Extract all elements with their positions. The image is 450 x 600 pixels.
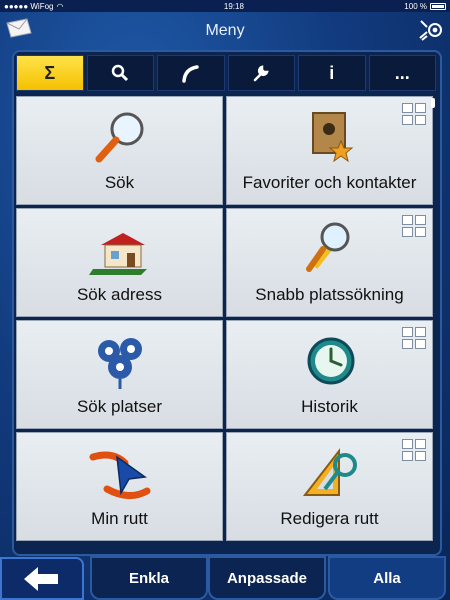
battery-percent: 100 %	[404, 1, 427, 11]
tile-label: Historik	[301, 397, 358, 416]
tab-simple[interactable]: Enkla	[90, 556, 208, 600]
scroll-thumb[interactable]	[431, 98, 435, 108]
page-title: Meny	[205, 22, 245, 39]
category-tabs: Σ i ...	[16, 55, 436, 93]
mail-icon[interactable]	[5, 17, 33, 39]
tab-all-label: Alla	[373, 569, 401, 587]
route-icon	[182, 65, 199, 83]
tab-tools[interactable]	[227, 55, 295, 91]
status-bar: ●●●●● WiFog ◠ 19:18 100 %	[0, 0, 450, 12]
tab-more[interactable]: ...	[368, 55, 436, 91]
magnifier-icon	[95, 112, 143, 163]
tab-search[interactable]	[86, 55, 154, 91]
tile-favorites[interactable]: Favoriter och kontakter	[226, 96, 433, 205]
tile-label: Sök platser	[76, 397, 163, 416]
battery-icon	[429, 2, 446, 10]
back-button[interactable]	[0, 557, 84, 600]
tile-search[interactable]: Sök	[16, 96, 223, 205]
arrow-left-icon	[24, 566, 58, 591]
menu-panel: Σ i ... Sök Favoriter och kontakter Sök …	[12, 50, 442, 556]
tile-places[interactable]: Sök platser	[16, 320, 223, 429]
tile-label: Sök	[104, 173, 135, 192]
magnifier-pin-icon	[305, 222, 349, 272]
house-icon	[88, 233, 147, 275]
menu-screen: ●●●●● WiFog ◠ 19:18 100 % Meny Σ i ... S…	[0, 0, 450, 600]
wifi-icon: ◠	[56, 1, 64, 11]
tile-label: Favoriter och kontakter	[242, 173, 417, 192]
tile-label: Redigera rutt	[280, 509, 379, 528]
tab-info[interactable]: i	[298, 55, 366, 91]
tile-label: Snabb platssökning	[255, 285, 404, 304]
clock-icon	[307, 337, 354, 385]
route-arrow-icon	[89, 451, 150, 499]
places-pins-icon	[97, 338, 142, 389]
header: Meny	[0, 12, 450, 50]
tab-custom-label: Anpassade	[226, 569, 308, 587]
add-shortcut-icon[interactable]	[402, 103, 426, 125]
info-icon: i	[329, 62, 335, 83]
tab-custom[interactable]: Anpassade	[208, 556, 326, 600]
tab-route[interactable]	[157, 55, 225, 91]
add-shortcut-icon[interactable]	[402, 439, 426, 461]
wrench-icon	[254, 65, 269, 82]
tab-all[interactable]: Alla	[328, 556, 446, 600]
tile-address[interactable]: Sök adress	[16, 208, 223, 317]
tile-my-route[interactable]: Min rutt	[16, 432, 223, 541]
tile-label: Min rutt	[91, 509, 148, 528]
tile-edit-route[interactable]: Redigera rutt	[226, 432, 433, 541]
sigma-icon: Σ	[44, 62, 56, 83]
tab-summary[interactable]: Σ	[16, 55, 84, 91]
menu-grid: Sök Favoriter och kontakter Sök adress S…	[16, 96, 433, 554]
add-shortcut-icon[interactable]	[402, 215, 426, 237]
tab-simple-label: Enkla	[128, 569, 170, 587]
tile-quick-search[interactable]: Snabb platssökning	[226, 208, 433, 317]
tile-label: Sök adress	[76, 285, 163, 304]
carrier-signal: ●●●●● WiFog	[4, 1, 54, 11]
bottom-bar: Enkla Anpassade Alla	[0, 556, 450, 600]
status-time: 19:18	[223, 1, 244, 11]
more-icon: ...	[394, 62, 410, 83]
satellite-icon[interactable]	[418, 18, 444, 42]
scrollbar[interactable]	[431, 98, 436, 554]
contacts-book-icon	[311, 112, 353, 163]
edit-route-icon	[302, 448, 357, 496]
search-icon	[112, 64, 129, 82]
add-shortcut-icon[interactable]	[402, 327, 426, 349]
tile-history[interactable]: Historik	[226, 320, 433, 429]
